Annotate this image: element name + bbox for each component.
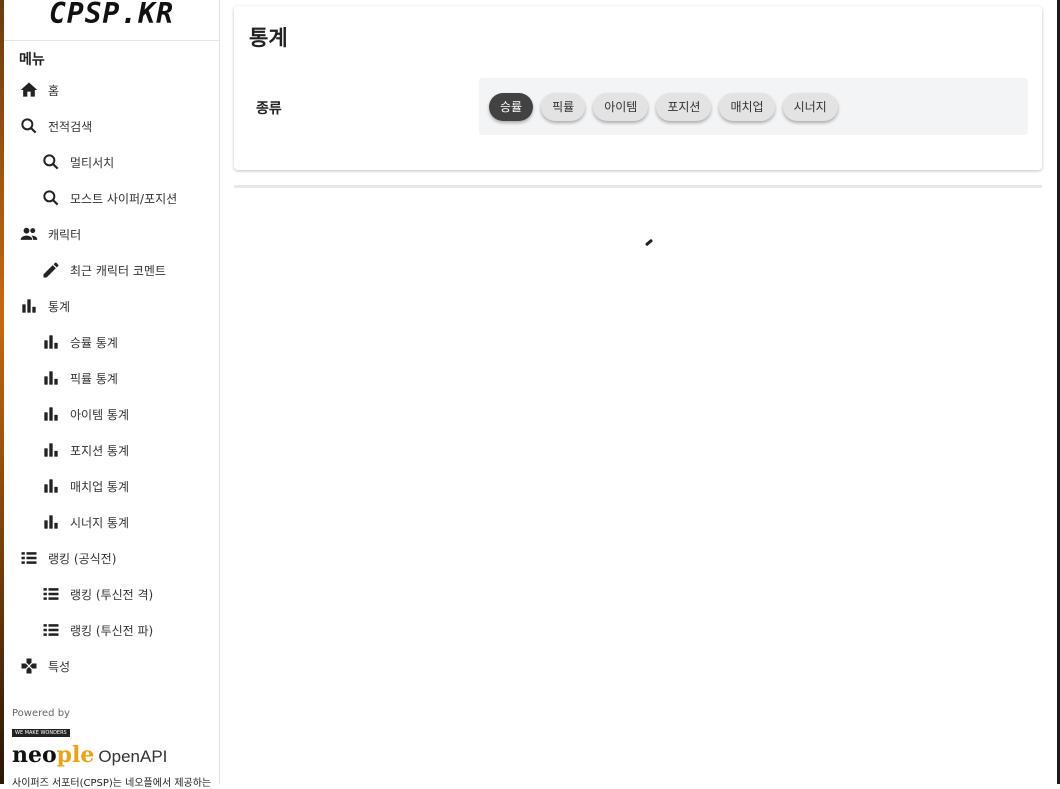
sidebar-item-label: 픽률 통계: [70, 371, 118, 386]
menu-title: 메뉴: [19, 52, 45, 68]
sidebar-item-label: 전적검색: [48, 119, 93, 134]
powered-by-text: Powered by: [12, 708, 70, 719]
brand-logo[interactable]: CPSP.KR: [4, 0, 219, 41]
chip-position[interactable]: 포지션: [656, 92, 712, 121]
footer-description: 사이퍼즈 서포터(CPSP)는 네오플에서 제공하는: [12, 778, 212, 789]
stat-type-chip-group: 승률 픽률 아이템 포지션 매치업 시너지: [479, 78, 1028, 135]
filter-label: 종류: [256, 101, 282, 117]
bar-chart-icon: [40, 331, 62, 353]
sidebar-item-matchup-stats[interactable]: 매치업 통계: [4, 468, 219, 504]
loading-spinner: [644, 238, 654, 247]
sidebar-item-multi-search[interactable]: 멀티서치: [4, 144, 219, 180]
sidebar-item-position-stats[interactable]: 포지션 통계: [4, 432, 219, 468]
page-title: 통계: [249, 26, 288, 50]
sidebar-item-label: 홈: [48, 83, 60, 98]
sidebar-item-recent-comments[interactable]: 최근 캐릭터 코멘트: [4, 252, 219, 288]
gamepad-icon: [18, 655, 40, 677]
bar-chart-icon: [40, 475, 62, 497]
sidebar-item-label: 랭킹 (공식전): [48, 551, 117, 566]
logo-neo-text: neo: [12, 742, 57, 768]
logo-ple-text: ple: [56, 742, 95, 768]
sidebar-item-pickrate-stats[interactable]: 픽률 통계: [4, 360, 219, 396]
openapi-text: OpenAPI: [98, 747, 168, 766]
chip-matchup[interactable]: 매치업: [719, 92, 775, 121]
sidebar-item-ranking-tusin-pa[interactable]: 랭킹 (투신전 파): [4, 612, 219, 648]
home-icon: [18, 79, 40, 101]
sidebar-menu: 홈 전적검색 멀티서치 모스트 사이퍼/포지션 캐릭터 최근 캐릭터 코멘트 통…: [4, 72, 219, 684]
bar-chart-icon: [18, 295, 40, 317]
sidebar-item-character[interactable]: 캐릭터: [4, 216, 219, 252]
sidebar-item-label: 통계: [48, 299, 71, 314]
sidebar-item-label: 포지션 통계: [70, 443, 130, 458]
bar-chart-icon: [40, 403, 62, 425]
sidebar-item-label: 랭킹 (투신전 파): [70, 623, 154, 638]
sidebar-footer: Powered by WE MAKE WONDERS neo ple OpenAP…: [12, 708, 217, 789]
search-icon: [18, 115, 40, 137]
stats-filter-card: 통계 종류 승률 픽률 아이템 포지션 매치업 시너지: [234, 6, 1042, 170]
brand-title[interactable]: CPSP.KR: [49, 0, 174, 30]
bar-chart-icon: [40, 511, 62, 533]
sidebar: CPSP.KR 메뉴 홈 전적검색 멀티서치 모스트 사이퍼/포지션 캐릭터 최…: [4, 0, 220, 789]
sidebar-item-label: 특성: [48, 659, 71, 674]
sidebar-item-label: 아이템 통계: [70, 407, 130, 422]
list-icon: [40, 619, 62, 641]
neople-openapi-logo[interactable]: neo ple OpenAPI: [12, 742, 217, 768]
sidebar-item-item-stats[interactable]: 아이템 통계: [4, 396, 219, 432]
sidebar-item-label: 승률 통계: [70, 335, 118, 350]
bar-chart-icon: [40, 439, 62, 461]
sidebar-item-label: 시너지 통계: [70, 515, 130, 530]
chip-synergy[interactable]: 시너지: [782, 92, 838, 121]
sidebar-item-label: 랭킹 (투신전 격): [70, 587, 154, 602]
search-icon: [40, 151, 62, 173]
people-icon: [18, 223, 40, 245]
sidebar-item-label: 모스트 사이퍼/포지션: [70, 191, 178, 206]
sidebar-item-label: 캐릭터: [48, 227, 82, 242]
sidebar-item-label: 최근 캐릭터 코멘트: [70, 263, 166, 278]
sidebar-item-most-cypher[interactable]: 모스트 사이퍼/포지션: [4, 180, 219, 216]
loading-progress-track: [234, 185, 1042, 188]
sidebar-item-ranking-tusin-gyeok[interactable]: 랭킹 (투신전 격): [4, 576, 219, 612]
pencil-icon: [40, 259, 62, 281]
sidebar-item-stats[interactable]: 통계: [4, 288, 219, 324]
sidebar-item-home[interactable]: 홈: [4, 72, 219, 108]
chip-pickrate[interactable]: 픽률: [541, 92, 586, 121]
chip-winrate[interactable]: 승률: [489, 92, 534, 121]
bar-chart-icon: [40, 367, 62, 389]
sidebar-item-synergy-stats[interactable]: 시너지 통계: [4, 504, 219, 540]
neople-tagline: WE MAKE WONDERS: [12, 729, 70, 737]
list-icon: [18, 547, 40, 569]
sidebar-item-winrate-stats[interactable]: 승률 통계: [4, 324, 219, 360]
sidebar-item-label: 매치업 통계: [70, 479, 130, 494]
search-icon: [40, 187, 62, 209]
sidebar-item-ranking-official[interactable]: 랭킹 (공식전): [4, 540, 219, 576]
list-icon: [40, 583, 62, 605]
sidebar-item-label: 멀티서치: [70, 155, 115, 170]
sidebar-item-record-search[interactable]: 전적검색: [4, 108, 219, 144]
chip-item[interactable]: 아이템: [593, 92, 649, 121]
sidebar-item-traits[interactable]: 특성: [4, 648, 219, 684]
